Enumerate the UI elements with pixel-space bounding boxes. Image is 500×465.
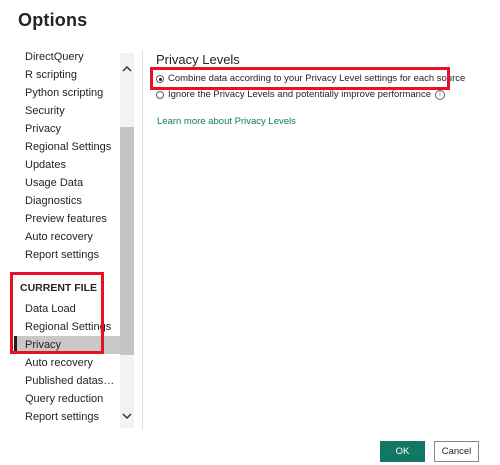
nav-item-preview-features[interactable]: Preview features [14, 210, 120, 228]
nav-item-report-settings-global[interactable]: Report settings [14, 246, 120, 264]
nav-item-security[interactable]: Security [14, 102, 120, 120]
highlight-box-privacy-option [150, 67, 450, 90]
scrollbar-thumb[interactable] [120, 127, 134, 355]
pane-divider [142, 50, 143, 430]
nav-item-auto-recovery-global[interactable]: Auto recovery [14, 228, 120, 246]
nav-item-python-scripting[interactable]: Python scripting [14, 84, 120, 102]
section-title: Privacy Levels [156, 52, 240, 67]
nav-item-updates[interactable]: Updates [14, 156, 120, 174]
options-sidebar: DirectQuery R scripting Python scripting… [14, 45, 136, 430]
nav-item-auto-recovery-file[interactable]: Auto recovery [14, 354, 120, 372]
nav-item-regional-settings-global[interactable]: Regional Settings [14, 138, 120, 156]
nav-item-privacy-global[interactable]: Privacy [14, 120, 120, 138]
info-icon[interactable]: i [434, 90, 445, 100]
nav-item-report-settings-file[interactable]: Report settings [14, 408, 120, 426]
nav-item-diagnostics[interactable]: Diagnostics [14, 192, 120, 210]
dialog-title: Options [18, 10, 88, 30]
ok-button[interactable]: OK [380, 441, 425, 462]
nav-item-published-dataset-settings[interactable]: Published dataset set... [14, 372, 120, 390]
nav-item-usage-data[interactable]: Usage Data [14, 174, 120, 192]
chevron-down-icon[interactable] [122, 412, 132, 420]
nav-item-r-scripting[interactable]: R scripting [14, 66, 120, 84]
learn-more-link[interactable]: Learn more about Privacy Levels [157, 116, 486, 127]
cancel-button[interactable]: Cancel [434, 441, 479, 462]
chevron-up-icon[interactable] [122, 65, 132, 73]
sidebar-scrollbar[interactable] [120, 53, 134, 428]
nav-item-directquery[interactable]: DirectQuery [14, 48, 120, 66]
nav-list: DirectQuery R scripting Python scripting… [14, 48, 120, 426]
nav-item-query-reduction[interactable]: Query reduction [14, 390, 120, 408]
highlight-box-current-file [10, 272, 104, 354]
radio-button-unchecked[interactable] [156, 91, 164, 99]
